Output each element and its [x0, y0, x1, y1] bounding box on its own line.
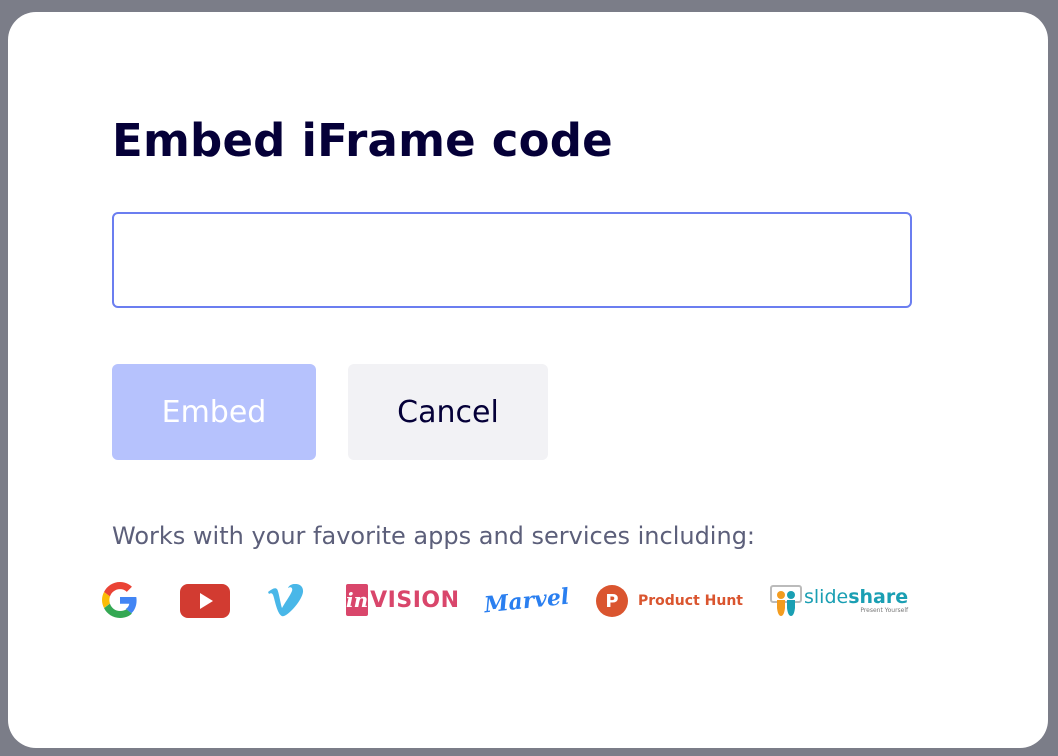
marvel-logo: Marvel: [483, 582, 571, 620]
invision-logo: in VISION: [346, 582, 459, 618]
slideshare-tagline: Present Yourself: [860, 607, 909, 614]
cancel-button[interactable]: Cancel: [348, 364, 548, 460]
slideshare-word-share: share: [848, 586, 909, 608]
invision-mark: in: [346, 584, 369, 616]
iframe-code-input[interactable]: [112, 212, 912, 308]
vimeo-icon: [266, 584, 306, 618]
invision-wordmark: VISION: [370, 587, 460, 613]
embed-iframe-dialog: Embed iFrame code Embed Cancel Works wit…: [8, 12, 1048, 748]
google-icon: [102, 582, 142, 618]
youtube-icon: [180, 584, 230, 618]
slideshare-logo: slideshare Present Yourself: [770, 582, 910, 620]
product-hunt-wordmark: Product Hunt: [638, 593, 743, 609]
marvel-wordmark: Marvel: [482, 583, 571, 619]
dialog-title: Embed iFrame code: [112, 114, 613, 167]
embed-button[interactable]: Embed: [112, 364, 316, 460]
slideshare-word-slide: slide: [804, 586, 849, 608]
product-hunt-mark: P: [596, 585, 628, 617]
slideshare-icon: [770, 585, 802, 616]
supported-services-text: Works with your favorite apps and servic…: [112, 522, 756, 550]
product-hunt-logo: P Product Hunt: [596, 584, 746, 618]
